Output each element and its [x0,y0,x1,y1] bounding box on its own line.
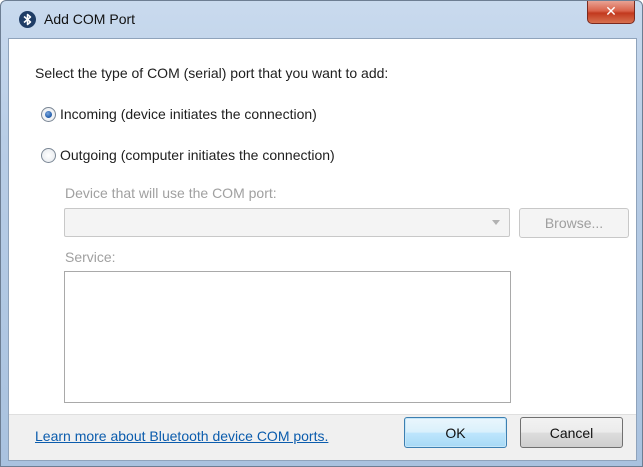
radio-selected-dot [45,110,52,118]
browse-button[interactable]: Browse... [519,208,629,238]
outgoing-radio-label[interactable]: Outgoing (computer initiates the connect… [60,147,335,163]
close-button[interactable]: ✕ [587,1,635,24]
incoming-radio-option[interactable]: Incoming (device initiates the connectio… [41,106,317,122]
outgoing-radio-button[interactable] [41,147,56,163]
ok-button[interactable]: OK [404,417,507,448]
port-type-prompt: Select the type of COM (serial) port tha… [35,65,389,81]
cancel-button[interactable]: Cancel [520,417,623,448]
device-dropdown[interactable] [64,208,510,237]
device-label: Device that will use the COM port: [65,185,277,201]
dialog-body: Select the type of COM (serial) port tha… [8,38,637,461]
learn-more-link[interactable]: Learn more about Bluetooth device COM po… [35,428,328,444]
window-title: Add COM Port [44,11,136,27]
incoming-radio-label[interactable]: Incoming (device initiates the connectio… [60,106,317,122]
dropdown-arrow-icon [492,220,500,225]
service-list[interactable] [64,271,511,403]
add-com-port-dialog: Add COM Port ✕ Select the type of COM (s… [0,0,643,467]
outgoing-radio-option[interactable]: Outgoing (computer initiates the connect… [41,147,335,163]
service-label: Service: [65,249,116,265]
title-bar[interactable]: Add COM Port ✕ [1,1,642,38]
incoming-radio-button[interactable] [41,106,56,122]
close-icon: ✕ [605,4,617,20]
bluetooth-icon [19,11,36,28]
